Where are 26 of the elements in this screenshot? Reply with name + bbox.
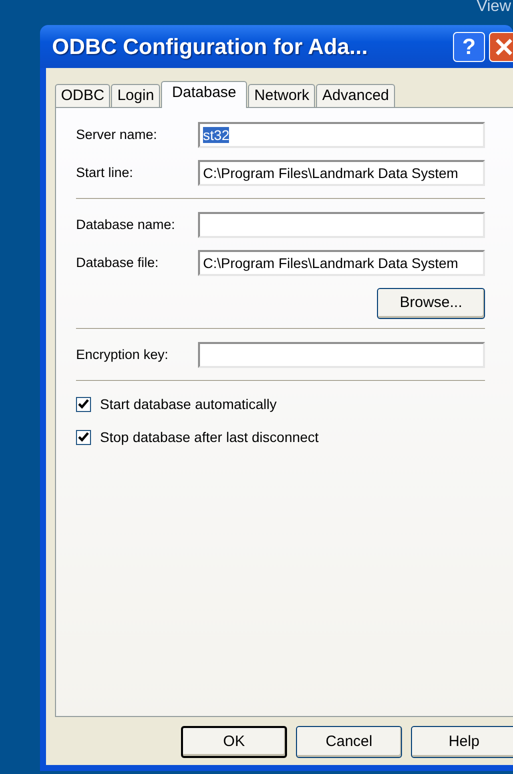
dialog-button[interactable]: Help xyxy=(411,726,513,758)
tab[interactable]: ODBC xyxy=(55,84,110,107)
tab[interactable]: Network xyxy=(248,84,316,107)
checkbox-label: Stop database after last disconnect xyxy=(100,428,319,447)
field-label: Server name: xyxy=(76,126,158,144)
input-field[interactable]: C:\Program Files\Landmark Data System xyxy=(198,160,485,186)
dialog-button[interactable]: OK xyxy=(181,726,287,758)
input-field[interactable] xyxy=(198,212,485,238)
help-button[interactable]: ? xyxy=(453,32,485,62)
field-label: Start line: xyxy=(76,164,134,182)
browse-button[interactable]: Browse... xyxy=(377,288,485,319)
window-title: ODBC Configuration for Ada... xyxy=(52,33,368,61)
field-label: Database name: xyxy=(76,216,176,234)
field-label: Database file: xyxy=(76,254,160,272)
tab[interactable]: Login xyxy=(111,84,160,107)
tab[interactable]: Advanced xyxy=(316,84,395,107)
field-label: Encryption key: xyxy=(76,346,170,364)
close-button[interactable] xyxy=(489,32,513,62)
tab[interactable]: Database xyxy=(161,81,248,108)
checkbox[interactable] xyxy=(76,397,91,412)
checkbox[interactable] xyxy=(76,430,91,445)
input-field[interactable]: C:\Program Files\Landmark Data System xyxy=(198,250,485,276)
input-field[interactable]: st32 xyxy=(198,122,485,148)
input-field[interactable] xyxy=(198,342,485,368)
checkbox-label: Start database automatically xyxy=(100,395,277,414)
dialog-button[interactable]: Cancel xyxy=(296,726,402,758)
